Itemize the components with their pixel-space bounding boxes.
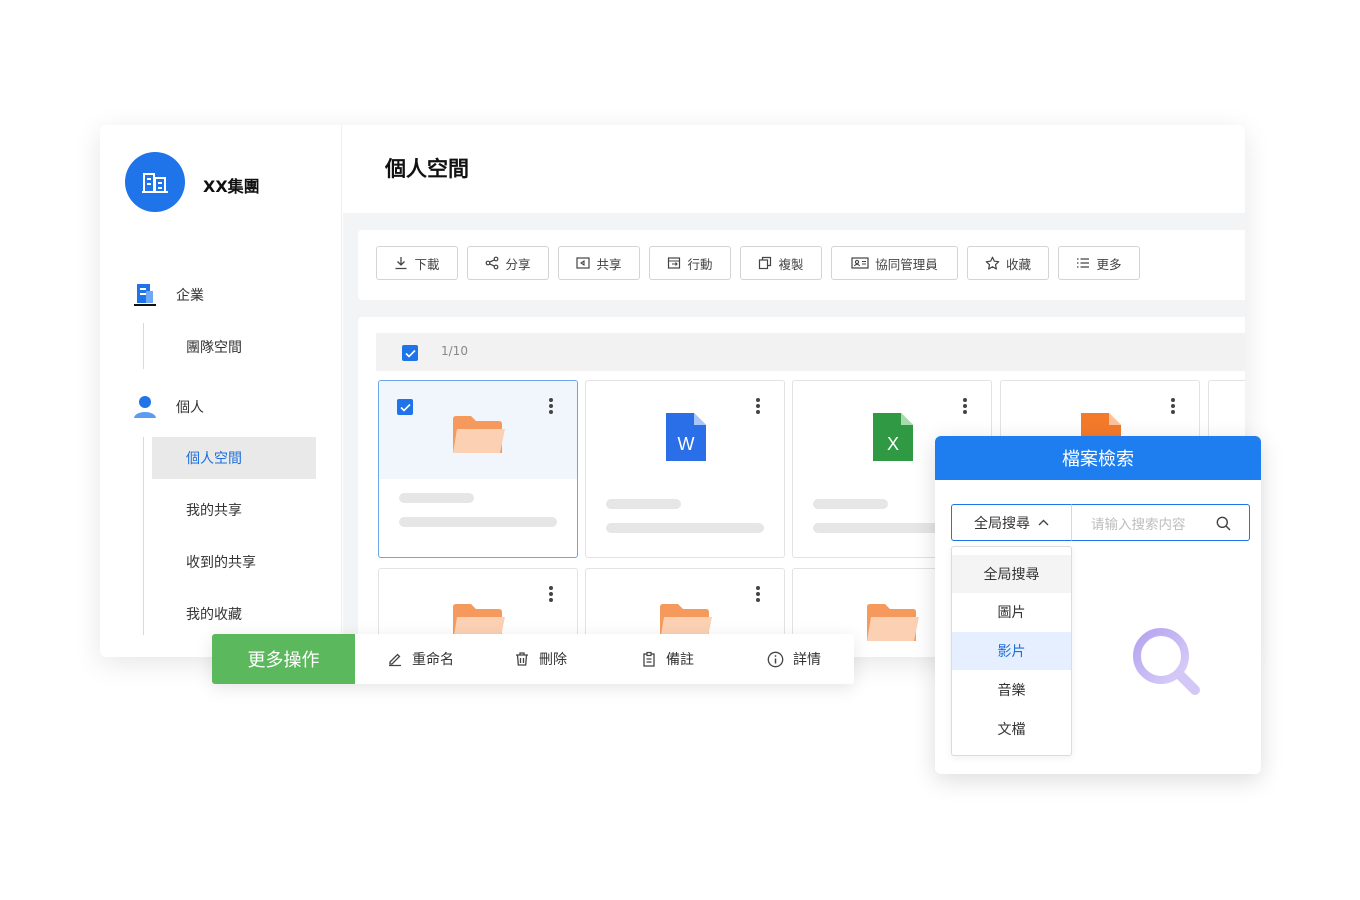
scope-option-global[interactable]: 全局搜尋 — [952, 555, 1071, 593]
search-scope-value: 全局搜尋 — [974, 515, 1030, 532]
chevron-up-icon — [1038, 519, 1049, 526]
nav-tree-line — [143, 323, 144, 369]
download-icon — [395, 257, 407, 270]
kebab-menu-icon[interactable] — [1171, 398, 1175, 416]
action-label: 重命名 — [412, 652, 454, 668]
select-all-checkbox[interactable] — [402, 345, 418, 361]
folder-icon — [867, 604, 919, 641]
excel-spreadsheet-icon: X — [873, 413, 913, 461]
check-icon — [404, 349, 416, 358]
button-label: 共享 — [596, 256, 622, 272]
sidebar: XX集團 企業 團隊空間 個人 個人空間 我的共享 收到的共享 我的收藏 — [100, 125, 342, 657]
share-button[interactable]: 分享 — [467, 246, 549, 280]
clipboard-icon — [643, 651, 655, 667]
shared-folder-button[interactable]: 共享 — [558, 246, 640, 280]
copy-icon — [759, 256, 772, 270]
person-icon — [134, 396, 156, 418]
search-scope-select[interactable]: 全局搜尋 — [951, 504, 1072, 541]
filemeta-placeholder — [399, 517, 557, 527]
kebab-menu-icon[interactable] — [756, 586, 760, 604]
check-icon — [399, 403, 411, 412]
sidebar-item-my-shares[interactable]: 我的共享 — [152, 489, 316, 531]
page-header: 個人空間 — [343, 125, 1245, 213]
word-badge: W — [678, 434, 695, 454]
search-placeholder: 请输入搜索内容 — [1091, 516, 1186, 533]
button-label: 收藏 — [1005, 256, 1031, 272]
selection-bar: 1/10 — [376, 333, 1245, 371]
page-title: 個人空間 — [385, 157, 469, 181]
collaborator-admin-button[interactable]: 協同管理員 — [831, 246, 958, 280]
shared-folder-icon — [576, 257, 591, 269]
more-actions-bar: 更多操作 重命名 刪除 備註 詳情 — [212, 634, 854, 684]
star-icon — [985, 256, 1000, 270]
sidebar-item-personal-space[interactable]: 個人空間 — [152, 437, 316, 479]
selection-count: 1/10 — [441, 344, 468, 358]
search-panel-title: 檔案檢索 — [935, 436, 1261, 480]
scope-option-images[interactable]: 圖片 — [952, 593, 1071, 631]
filename-placeholder — [399, 493, 474, 503]
download-button[interactable]: 下載 — [376, 246, 458, 280]
nav-group-label: 個人 — [176, 400, 204, 416]
more-actions-title: 更多操作 — [212, 634, 355, 684]
info-icon — [767, 651, 784, 667]
search-icon[interactable] — [1216, 516, 1231, 531]
nav-group-enterprise[interactable]: 企業 — [132, 282, 204, 308]
search-input[interactable]: 请输入搜索内容 — [1071, 504, 1250, 541]
button-label: 更多 — [1096, 256, 1122, 272]
nav-tree-line — [143, 437, 144, 635]
filename-placeholder — [813, 499, 888, 509]
org-logo — [125, 152, 185, 212]
button-label: 複製 — [778, 256, 804, 272]
favorite-button[interactable]: 收藏 — [967, 246, 1049, 280]
note-action[interactable]: 備註 — [641, 634, 694, 684]
delete-action[interactable]: 刪除 — [514, 634, 567, 684]
search-illustration-icon — [1133, 628, 1200, 695]
org-name: XX集團 — [203, 177, 260, 196]
collaborator-card-icon — [851, 257, 869, 269]
copy-button[interactable]: 複製 — [740, 246, 822, 280]
button-label: 協同管理員 — [875, 256, 938, 272]
nav-group-personal[interactable]: 個人 — [132, 394, 204, 420]
kebab-menu-icon[interactable] — [963, 398, 967, 416]
file-card[interactable]: W — [585, 380, 785, 558]
button-label: 行動 — [687, 256, 713, 272]
details-action[interactable]: 詳情 — [767, 634, 821, 684]
sidebar-item-team-space[interactable]: 團隊空間 — [152, 326, 316, 368]
rename-action[interactable]: 重命名 — [387, 634, 454, 684]
edit-icon — [389, 653, 401, 667]
toolbar: 下載 分享 共享 行動 複製 協同管理員 收藏 更多 — [358, 230, 1245, 300]
list-icon — [1077, 258, 1090, 268]
trash-icon — [516, 652, 528, 666]
kebab-menu-icon[interactable] — [756, 398, 760, 416]
file-search-panel: 檔案檢索 全局搜尋 请输入搜索内容 全局搜尋 圖片 影片 音樂 文檔 — [935, 436, 1261, 774]
move-button[interactable]: 行動 — [649, 246, 731, 280]
excel-badge: X — [887, 434, 899, 454]
scope-option-videos[interactable]: 影片 — [952, 632, 1071, 670]
filename-placeholder — [606, 499, 681, 509]
enterprise-building-icon — [134, 284, 156, 306]
search-scope-dropdown: 全局搜尋 圖片 影片 音樂 文檔 — [951, 546, 1072, 756]
kebab-menu-icon[interactable] — [549, 586, 553, 604]
file-checkbox[interactable] — [397, 399, 413, 415]
file-card[interactable] — [378, 380, 578, 558]
buildings-icon — [142, 173, 168, 193]
action-label: 刪除 — [539, 652, 567, 668]
more-button[interactable]: 更多 — [1058, 246, 1140, 280]
sidebar-item-my-favorites[interactable]: 我的收藏 — [152, 593, 316, 635]
button-label: 下載 — [414, 256, 440, 272]
action-label: 備註 — [666, 652, 694, 668]
filemeta-placeholder — [606, 523, 764, 533]
word-document-icon: W — [666, 413, 706, 461]
sidebar-item-received-shares[interactable]: 收到的共享 — [152, 541, 316, 583]
kebab-menu-icon[interactable] — [549, 398, 553, 416]
scope-option-documents[interactable]: 文檔 — [952, 710, 1071, 748]
move-icon — [668, 257, 681, 269]
share-icon — [486, 256, 499, 270]
scope-option-music[interactable]: 音樂 — [952, 671, 1071, 709]
nav-group-label: 企業 — [176, 288, 204, 304]
folder-icon — [453, 416, 505, 453]
button-label: 分享 — [505, 256, 531, 272]
action-label: 詳情 — [793, 652, 821, 668]
